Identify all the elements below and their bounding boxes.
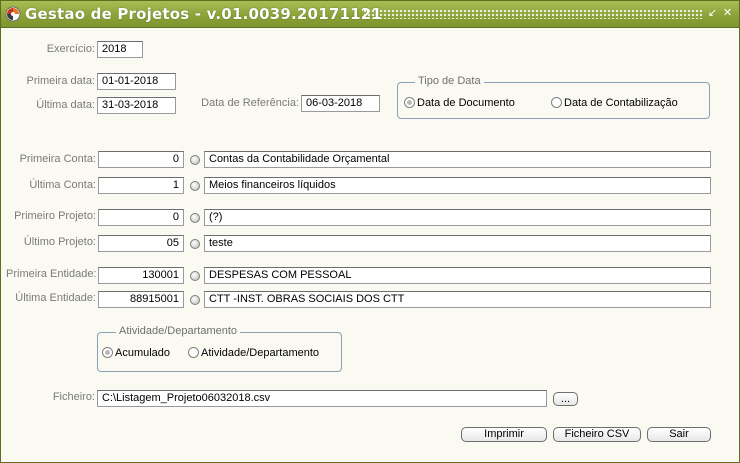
primeiro-projeto-lookup-icon[interactable]	[190, 213, 200, 223]
sair-button[interactable]: Sair	[647, 427, 711, 442]
primeira-data-field[interactable]: 01-01-2018	[97, 73, 176, 90]
primeiro-projeto-code[interactable]: 0	[98, 209, 184, 226]
ficheiro-label: Ficheiro:	[52, 391, 95, 403]
ultima-entidade-lookup-icon[interactable]	[190, 295, 200, 305]
ultima-data-field[interactable]: 31-03-2018	[97, 97, 176, 114]
ultimo-projeto-label: Último Projeto:	[23, 236, 96, 248]
atividade-legend: Atividade/Departamento	[116, 325, 241, 337]
primeira-entidade-label: Primeira Entidade:	[6, 268, 97, 280]
minimize-icon[interactable]: ↙	[706, 6, 719, 20]
exercicio-field[interactable]: 2018	[97, 41, 143, 58]
exercicio-label: Exercício:	[46, 43, 95, 55]
primeira-data-label: Primeira data:	[26, 75, 95, 87]
primeira-conta-code[interactable]: 0	[98, 151, 184, 168]
ultima-conta-lookup-icon[interactable]	[190, 181, 200, 191]
window-title: Gestao de Projetos - v.01.0039.20171121	[25, 5, 383, 23]
close-icon[interactable]: ✕	[721, 6, 734, 20]
title-bar[interactable]: Gestao de Projetos - v.01.0039.20171121 …	[1, 1, 739, 28]
main-window: Gestao de Projetos - v.01.0039.20171121 …	[0, 0, 740, 463]
radio-selected-icon	[404, 97, 415, 108]
primeira-conta-label: Primeira Conta:	[19, 153, 96, 165]
primeira-entidade-description: DESPESAS COM PESSOAL	[204, 267, 711, 284]
ultima-conta-code[interactable]: 1	[98, 177, 184, 194]
primeira-conta-description: Contas da Contabilidade Orçamental	[204, 151, 711, 168]
primeira-entidade-code[interactable]: 130001	[98, 267, 184, 284]
ultima-conta-label: Última Conta:	[29, 179, 96, 191]
ultima-entidade-code[interactable]: 88915001	[98, 291, 184, 308]
ficheiro-csv-button[interactable]: Ficheiro CSV	[553, 427, 641, 442]
tipo-data-legend: Tipo de Data	[415, 75, 484, 87]
radio-unselected-icon	[188, 347, 199, 358]
data-referencia-label: Data de Referência:	[201, 97, 299, 109]
data-referencia-field[interactable]: 06-03-2018	[301, 95, 380, 112]
imprimir-button[interactable]: Imprimir	[461, 427, 547, 442]
ultima-conta-description: Meios financeiros líquidos	[204, 177, 711, 194]
radio-acumulado[interactable]: Acumulado	[102, 347, 170, 359]
ultimo-projeto-description: teste	[204, 235, 711, 252]
title-grip	[363, 9, 703, 19]
browse-file-button[interactable]: ...	[553, 392, 578, 406]
ultima-data-label: Última data:	[36, 99, 95, 111]
radio-data-contabilizacao[interactable]: Data de Contabilização	[551, 97, 678, 109]
tipo-data-group: Tipo de Data Data de Documento Data de C…	[397, 75, 710, 119]
ultimo-projeto-code[interactable]: 05	[98, 235, 184, 252]
app-logo-icon	[5, 6, 21, 22]
radio-selected-icon	[102, 347, 113, 358]
primeira-entidade-lookup-icon[interactable]	[190, 271, 200, 281]
radio-unselected-icon	[551, 97, 562, 108]
ultima-entidade-label: Última Entidade:	[15, 292, 96, 304]
ultimo-projeto-lookup-icon[interactable]	[190, 239, 200, 249]
radio-data-documento[interactable]: Data de Documento	[404, 97, 515, 109]
atividade-group: Atividade/Departamento Acumulado Ativida…	[97, 325, 342, 372]
ficheiro-path-field[interactable]: C:\Listagem_Projeto06032018.csv	[97, 390, 547, 407]
ultima-entidade-description: CTT -INST. OBRAS SOCIAIS DOS CTT	[204, 291, 711, 308]
primeiro-projeto-description: (?)	[204, 209, 711, 226]
primeiro-projeto-label: Primeiro Projeto:	[14, 210, 96, 222]
radio-atividade-departamento[interactable]: Atividade/Departamento	[188, 347, 319, 359]
primeira-conta-lookup-icon[interactable]	[190, 155, 200, 165]
